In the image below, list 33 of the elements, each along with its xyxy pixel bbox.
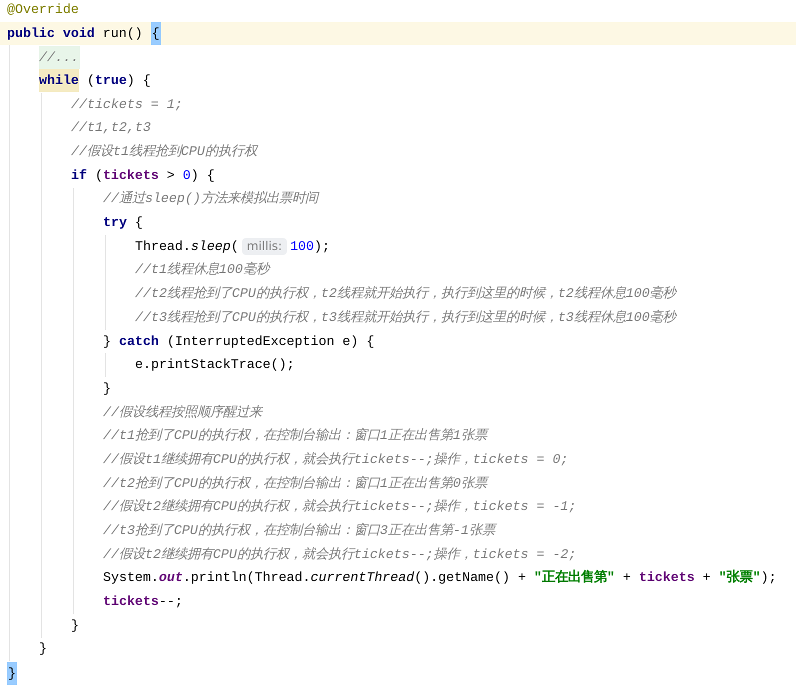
code-text: //tickets = 1; [71, 96, 183, 114]
code-text: //t2抢到了CPU的执行权，在控制台输出：窗口1正在出售第0张票 [103, 474, 487, 493]
code-text: //假设t2继续拥有CPU的执行权，就会执行tickets--;操作，tickets = -2; [103, 546, 576, 564]
code-text: Thread.sleep( [135, 238, 239, 256]
parameter-hint: millis: [242, 238, 288, 256]
code-text: if (tickets > 0) { [71, 166, 215, 185]
code-text: //假设线程按照顺序醒过来 [103, 404, 262, 422]
code-text: e.printStackTrace(); [135, 356, 295, 374]
code-text: //t3抢到了CPU的执行权，在控制台输出：窗口3正在出售第-1张票 [103, 522, 495, 540]
code-text: //假设t2继续拥有CPU的执行权，就会执行tickets--;操作，tickets = -1; [103, 498, 576, 516]
code-text: try { [103, 214, 143, 232]
code-text: } [39, 640, 47, 658]
code-text: 100); [290, 238, 330, 256]
code-text: tickets--; [103, 593, 183, 612]
highlighted-keyword: while [39, 69, 79, 92]
code-text: //t1抢到了CPU的执行权，在控制台输出：窗口1正在出售第1张票 [103, 426, 487, 446]
code-text: //t1线程休息100毫秒 [135, 260, 269, 280]
code-text: System.out.println(Thread.currentThread().getName() + "正在出售第" + tickets + "张票"); [103, 568, 777, 588]
code-text: //通过sleep()方法来模拟出票时间 [103, 190, 318, 208]
code-text: //假设t1继续拥有CPU的执行权，就会执行tickets--;操作，tickets = 0; [103, 450, 568, 469]
code-text: //t2线程抢到了CPU的执行权，t2线程就开始执行，执行到这里的时候，t2线程休息100毫秒 [135, 284, 676, 304]
code-text: } [71, 616, 79, 635]
code-text: (true) { [86, 72, 151, 90]
matched-brace: } [7, 662, 17, 685]
folded-comment: //... [39, 46, 80, 69]
code-text: public void run() [7, 24, 144, 43]
code-text: //t3线程抢到了CPU的执行权，t3线程就开始执行，执行到这里的时候，t3线程休息100毫秒 [135, 308, 676, 327]
code-text: //假设t1线程抢到CPU的执行权 [71, 143, 257, 161]
code-text: } [103, 380, 111, 398]
code-text: } catch (InterruptedException e) { [103, 332, 374, 350]
code-text: //t1,t2,t3 [71, 119, 151, 138]
code-text: @Override [7, 0, 79, 19]
matched-brace: { [150, 22, 161, 46]
